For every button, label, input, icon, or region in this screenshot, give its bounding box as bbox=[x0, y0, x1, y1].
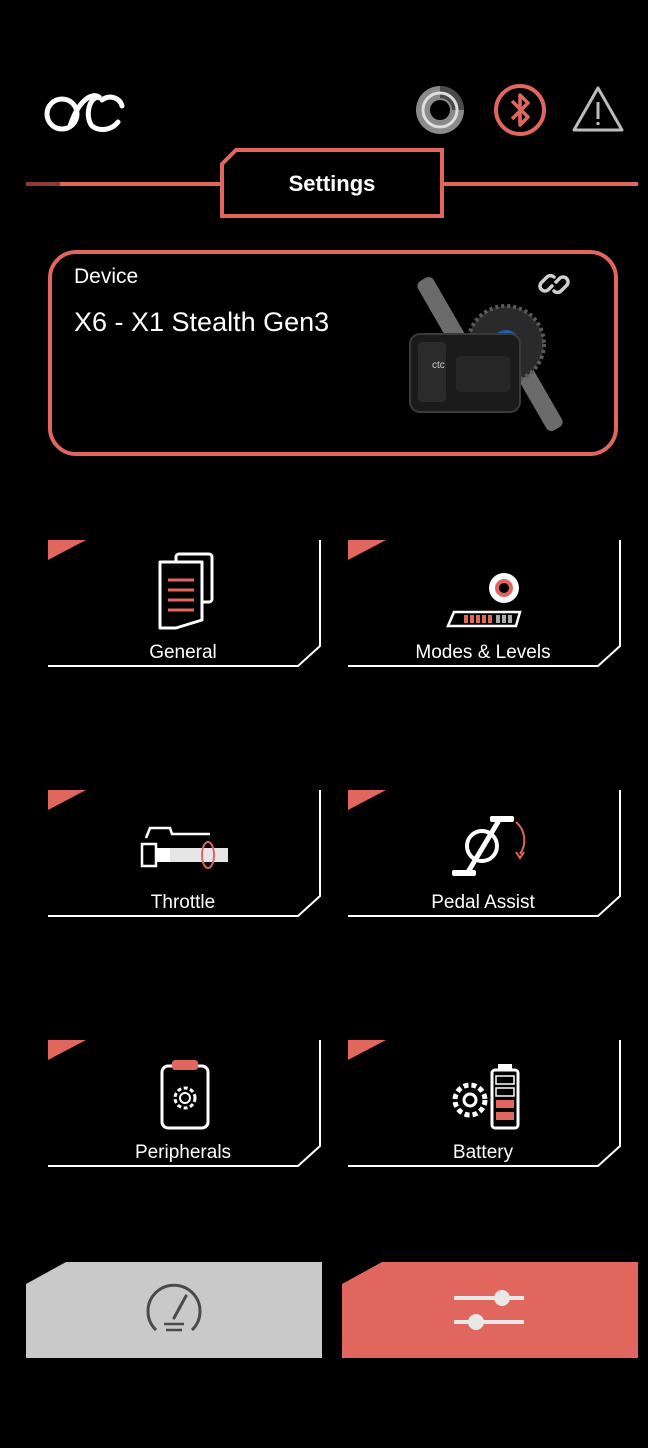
svg-text:ctc: ctc bbox=[432, 360, 445, 371]
nav-dashboard-button[interactable] bbox=[26, 1262, 322, 1358]
tile-label: Pedal Assist bbox=[431, 892, 535, 913]
clipboard-gear-icon bbox=[160, 1060, 210, 1130]
tile-modes-levels[interactable]: Modes & Levels bbox=[346, 538, 624, 670]
level-slider-icon bbox=[446, 573, 522, 628]
warning-icon[interactable] bbox=[570, 82, 626, 138]
document-icon bbox=[158, 552, 214, 630]
bluetooth-icon[interactable] bbox=[492, 82, 548, 138]
tile-general[interactable]: General bbox=[46, 538, 324, 670]
tile-throttle[interactable]: Throttle bbox=[46, 788, 324, 920]
motor-image: ctc bbox=[409, 277, 563, 431]
nav-settings-button[interactable] bbox=[342, 1262, 638, 1358]
page-title: Settings bbox=[288, 171, 376, 196]
tile-label: Battery bbox=[452, 1142, 514, 1163]
app-logo-icon bbox=[44, 93, 125, 132]
tile-label: Peripherals bbox=[134, 1142, 232, 1163]
tile-label: General bbox=[149, 642, 217, 663]
tile-label: Throttle bbox=[150, 892, 216, 913]
device-name: X6 - X1 Stealth Gen3 bbox=[74, 307, 330, 337]
tile-battery[interactable]: Battery bbox=[346, 1038, 624, 1170]
battery-gear-icon bbox=[452, 1064, 520, 1130]
tile-label: Modes & Levels bbox=[415, 642, 551, 663]
brake-disc-icon bbox=[416, 86, 464, 134]
tile-peripherals[interactable]: Peripherals bbox=[46, 1038, 324, 1170]
throttle-icon bbox=[140, 826, 228, 869]
tile-pedal-assist[interactable]: Pedal Assist bbox=[346, 788, 624, 920]
pedal-crank-icon bbox=[452, 816, 526, 876]
device-label: Device bbox=[74, 265, 139, 288]
